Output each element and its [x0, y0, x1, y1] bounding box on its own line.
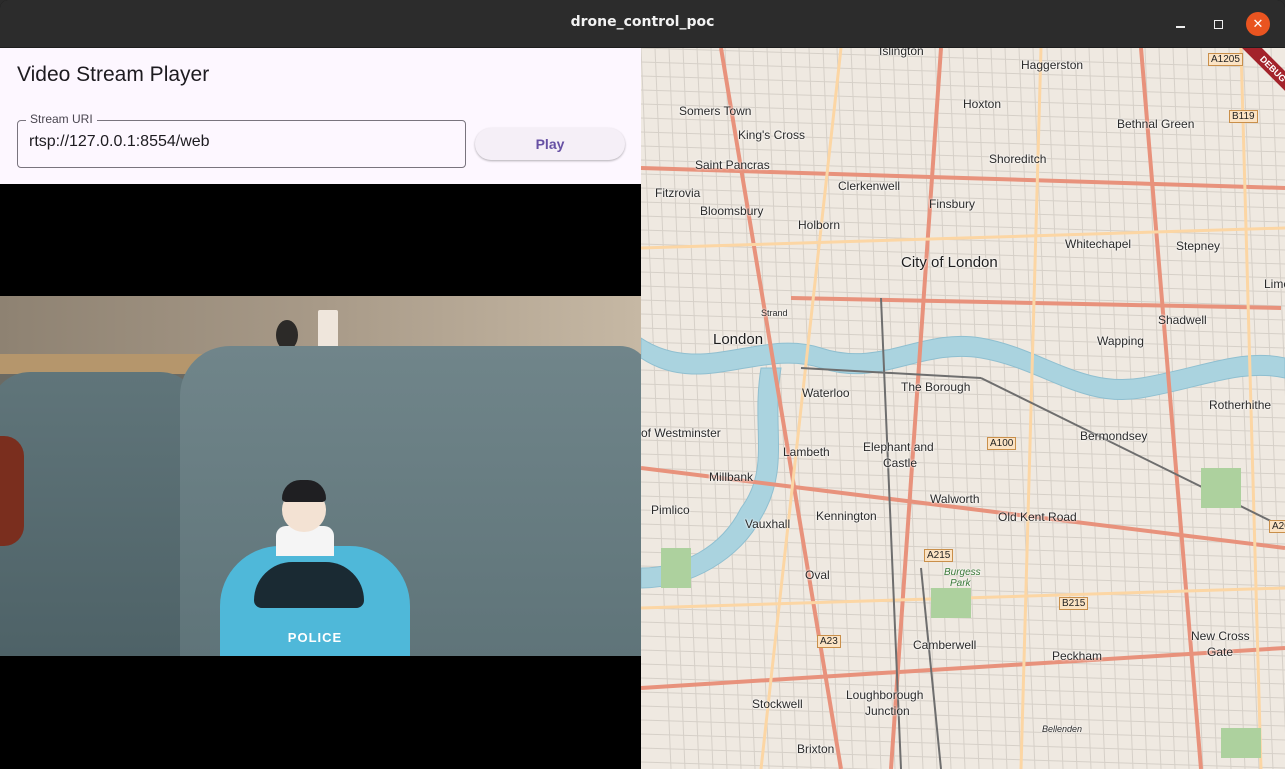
player-controls: Video Stream Player Stream URI Play: [0, 48, 641, 184]
map-label: Loughborough: [846, 688, 924, 702]
minimize-button[interactable]: [1168, 12, 1192, 36]
map-label: Bloomsbury: [700, 204, 764, 218]
stream-uri-field[interactable]: Stream URI: [17, 112, 466, 168]
map-label: Haggerston: [1021, 58, 1084, 72]
debug-banner-label: DEBUG: [1239, 48, 1285, 103]
map-label: Pimlico: [651, 503, 690, 517]
road-shield: A100: [987, 437, 1017, 450]
map-label: Bermondsey: [1080, 429, 1148, 443]
minimize-icon: [1175, 26, 1185, 28]
page-title: Video Stream Player: [17, 63, 210, 86]
toy-car-label: POLICE: [287, 630, 343, 645]
map-label: Bethnal Green: [1117, 117, 1195, 131]
map-label: Saint Pancras: [695, 158, 770, 172]
map-label: Vauxhall: [745, 517, 791, 531]
road-shield: A200: [1269, 520, 1285, 533]
map-label: Finsbury: [929, 197, 976, 211]
stream-uri-input[interactable]: [29, 133, 449, 151]
map-tiles: [641, 48, 1285, 769]
map-label: Stepney: [1176, 239, 1221, 253]
map-label: Stockwell: [752, 697, 803, 711]
map-label: Rotherhithe: [1209, 398, 1272, 412]
title-bar[interactable]: drone_control_poc ✕: [0, 0, 1285, 48]
map-label: Holborn: [798, 218, 841, 232]
close-button[interactable]: ✕: [1246, 12, 1270, 36]
map-view[interactable]: Islington Haggerston Hoxton Somers Town …: [641, 48, 1285, 769]
map-label: Walworth: [930, 492, 980, 506]
map-label: Bellenden: [1042, 724, 1083, 734]
map-label: Waterloo: [802, 386, 850, 400]
map-label: Somers Town: [679, 104, 752, 118]
map-label: Castle: [883, 456, 918, 470]
map-label: London: [713, 331, 764, 348]
map-label: Lime: [1264, 277, 1285, 291]
map-label: Peckham: [1052, 649, 1103, 663]
map-label: Millbank: [709, 470, 754, 484]
road-shield: A23: [817, 635, 841, 648]
map-label: Brixton: [797, 742, 835, 756]
map-label: Wapping: [1097, 334, 1144, 348]
map-label: Old Kent Road: [998, 510, 1077, 524]
map-label: Junction: [865, 704, 910, 718]
window-title: drone_control_poc: [570, 14, 715, 30]
play-button[interactable]: Play: [475, 128, 625, 160]
toy-figure-hat: [282, 480, 326, 502]
debug-banner: DEBUG: [1225, 48, 1285, 108]
map-label: King's Cross: [738, 128, 805, 142]
maximize-button[interactable]: [1206, 12, 1230, 36]
close-icon: ✕: [1252, 16, 1264, 32]
road-shield: A215: [924, 549, 954, 562]
map-label: Lambeth: [783, 445, 830, 459]
road-shield: B119: [1229, 110, 1258, 123]
map-label: Islington: [879, 48, 924, 58]
toy-car-window: [254, 562, 364, 608]
stream-uri-label: Stream URI: [26, 112, 97, 126]
map-label: Gate: [1207, 645, 1234, 659]
map-label: Hoxton: [963, 97, 1002, 111]
map-label: New Cross: [1191, 629, 1250, 643]
road-shield: B215: [1059, 597, 1089, 610]
video-cushion: [0, 372, 200, 656]
map-label: Clerkenwell: [838, 179, 901, 193]
map-label: Oval: [805, 568, 830, 582]
video-object: [0, 436, 24, 546]
map-label: Strand: [761, 308, 788, 318]
map-label: Kennington: [816, 509, 877, 523]
map-label: of Westminster: [641, 426, 721, 440]
map-label: Elephant and: [863, 440, 934, 454]
map-label: Shadwell: [1158, 313, 1207, 327]
map-label: City of London: [901, 254, 998, 271]
map-label: Burgess: [944, 567, 981, 578]
app-window: drone_control_poc ✕ Video Stream Player …: [0, 0, 1285, 769]
map-label: Shoreditch: [989, 152, 1047, 166]
map-label: Fitzrovia: [655, 186, 701, 200]
maximize-icon: [1213, 19, 1223, 29]
map-label: Camberwell: [913, 638, 977, 652]
map-label: Park: [950, 578, 971, 589]
player-pane: Video Stream Player Stream URI Play POLI…: [0, 48, 641, 769]
video-stream: POLICE: [0, 296, 641, 656]
map-label: Whitechapel: [1065, 237, 1132, 251]
map-label: The Borough: [901, 380, 971, 394]
